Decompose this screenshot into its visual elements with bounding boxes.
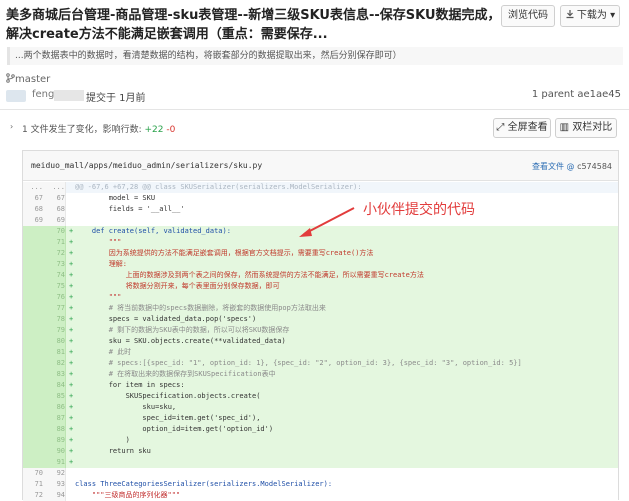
download-label: 下载为: [576, 10, 607, 21]
added-line: 82 + # specs:[{spec_id: "1", option_id: 1…: [23, 358, 618, 369]
split-view-button[interactable]: ▥ 双栏对比: [555, 118, 617, 138]
code-line: 72 94 """三级商品的序列化器""": [23, 490, 618, 501]
fullscreen-label: 全屏查看: [507, 122, 548, 133]
added-line: 86 + sku=sku,: [23, 402, 618, 413]
added-line: 79 + # 剩下的数据为SKU表中的数据，所以可以将SKU数据保存: [23, 325, 618, 336]
download-button[interactable]: 下载为 ▾: [560, 5, 620, 27]
chevron-right-icon[interactable]: ›: [10, 122, 13, 131]
annotation-label: 小伙伴提交的代码: [363, 202, 475, 218]
added-line: 81 + # 此时: [23, 347, 618, 358]
author-row: feng 提交于 1月前 1 parent ae1ae45: [6, 89, 621, 104]
view-file-label: 查看文件: [531, 162, 564, 171]
branch-link[interactable]: master: [6, 73, 50, 85]
added-line: 91 +: [23, 457, 618, 468]
added-line: 74 + 上面的数据涉及到两个表之间的保存，然而系统提供的方法不能满足，所以需要重…: [23, 270, 618, 281]
added-line: 85 + SKUSpecification.objects.create(: [23, 391, 618, 402]
commit-description: ...两个数据表中的数据时，看清楚数据的结构，将嵌套部分的数据提取出来，然后分别…: [7, 47, 623, 65]
added-line: 87 + spec_id=item.get('spec_id'),: [23, 413, 618, 424]
added-line: 77 + # 将当前数据中的specs数据删除，将嵌套的数据使用pop方法取出来: [23, 303, 618, 314]
deletions-count: -0: [166, 125, 176, 135]
annotation-arrow-icon: [299, 207, 355, 237]
added-line: 72 + 因为系统提供的方法不能满足嵌套调用，根据官方文档提示，需要重写creat…: [23, 248, 618, 259]
author-name[interactable]: feng: [32, 89, 54, 100]
browse-code-button[interactable]: 浏览代码: [501, 5, 555, 27]
split-view-label: 双栏对比: [572, 122, 613, 133]
hunk-text: @@ -67,6 +67,28 @@ class SKUSerializer(s…: [75, 183, 362, 191]
stats-text: 1 文件发生了变化，影响行数:: [22, 125, 142, 135]
fullscreen-button[interactable]: ⤢ 全屏查看: [493, 118, 551, 138]
added-line: 83 + # 在将取出来的数据保存到SKUSpecification表中: [23, 369, 618, 380]
branch-name: master: [15, 74, 51, 85]
added-line: 84 + for item in specs:: [23, 380, 618, 391]
file-header: meiduo_mall/apps/meiduo_admin/serializer…: [23, 151, 618, 181]
redacted-author: [54, 90, 84, 101]
added-line: 71 + """: [23, 237, 618, 248]
commit-time: 提交于 1月前: [86, 93, 146, 104]
commit-title: 美多商城后台管理-商品管理-sku表管理--新增三级SKU表信息--保存SKU数…: [6, 8, 501, 42]
divider: [0, 109, 629, 110]
caret-down-icon: ▾: [606, 10, 616, 21]
added-line: 89 + ): [23, 435, 618, 446]
file-path: meiduo_mall/apps/meiduo_admin/serializer…: [31, 161, 263, 170]
added-line: 75 + 将数据分割开来，每个表里面分别保存数据，即可: [23, 281, 618, 292]
added-line: 80 + sku = SKU.objects.create(**validated…: [23, 336, 618, 347]
code-line: 67 67 model = SKU: [23, 193, 618, 204]
code-line: 71 93 class ThreeCategoriesSerializer(seri…: [23, 479, 618, 490]
branch-icon: [6, 73, 15, 83]
download-icon: [566, 10, 574, 19]
added-line: 88 + option_id=item.get('option_id'): [23, 424, 618, 435]
avatar[interactable]: [6, 90, 26, 102]
diff-stats[interactable]: 1 文件发生了变化，影响行数: +22 -0: [22, 122, 175, 135]
parent-commit-link[interactable]: 1 parent ae1ae45: [532, 89, 621, 100]
added-line: 76 + """: [23, 292, 618, 303]
expand-icon: ⤢: [496, 122, 508, 133]
additions-count: +22: [144, 125, 164, 135]
columns-icon: ▥: [559, 122, 573, 133]
file-hash: c574584: [577, 162, 612, 171]
added-line: 78 + specs = validated_data.pop('specs'): [23, 314, 618, 325]
view-file-link[interactable]: 查看文件 @ c574584: [532, 161, 612, 172]
added-line: 73 + 理解:: [23, 259, 618, 270]
code-line: 70 92: [23, 468, 618, 479]
commit-page: 美多商城后台管理-商品管理-sku表管理--新增三级SKU表信息--保存SKU数…: [0, 0, 629, 501]
hunk-header[interactable]: ...... @@ -67,6 +67,28 @@ class SKUSerial…: [23, 182, 618, 193]
added-line: 90 + return sku: [23, 446, 618, 457]
file-diff: meiduo_mall/apps/meiduo_admin/serializer…: [22, 150, 619, 501]
